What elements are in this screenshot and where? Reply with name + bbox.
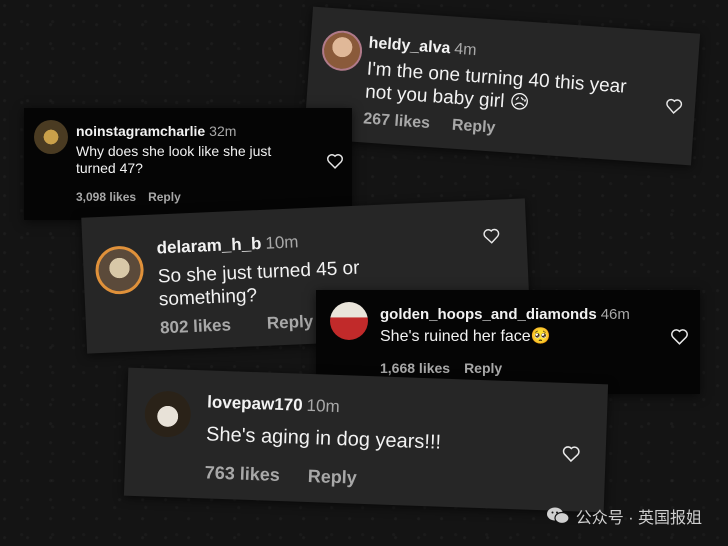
comment-text: Why does she look like she just turned 4… [76,143,272,176]
comment-username[interactable]: golden_hoops_and_diamonds 46m [380,306,630,323]
avatar[interactable] [320,29,364,73]
heart-icon[interactable] [326,153,344,169]
comment-time: 46m [600,306,630,323]
watermark-text: 公众号 · 英国报姐 [575,510,702,527]
heart-icon[interactable] [664,97,683,114]
comment-meta: 267 likes Reply [363,110,496,137]
reply-button[interactable]: Reply [451,117,496,137]
comment-username[interactable]: heldy_alva 4m [368,35,477,60]
comment-time: 32m [209,123,237,139]
likes-count[interactable]: 1,668 likes [380,360,450,376]
reply-button[interactable]: Reply [148,190,181,204]
comment-meta: 763 likes Reply [204,462,357,488]
likes-count[interactable]: 3,098 likes [76,190,136,204]
reply-button[interactable]: Reply [464,360,502,376]
likes-count[interactable]: 802 likes [160,315,232,337]
heart-icon[interactable] [482,227,501,244]
comment-meta: 3,098 likes Reply [76,190,181,204]
avatar[interactable] [330,302,368,340]
comment-text: She's aging in dog years!!! [205,423,442,454]
comment-card-noinstagramcharlie: noinstagramcharlie 32m Why does she look … [24,108,352,220]
likes-count[interactable]: 763 likes [204,462,280,485]
reply-button[interactable]: Reply [307,466,357,488]
likes-count[interactable]: 267 likes [363,110,431,132]
comment-username[interactable]: lovepaw170 10m [207,392,340,417]
heart-icon[interactable] [561,445,581,463]
comment-time: 4m [453,40,478,60]
comment-username[interactable]: delaram_h_b 10m [156,232,299,258]
heart-icon[interactable] [670,328,689,345]
watermark: 公众号 · 英国报姐 [546,504,702,528]
comment-text: She's ruined her face🥺 [380,328,551,345]
avatar[interactable] [143,390,192,438]
avatar[interactable] [94,245,145,296]
reply-button[interactable]: Reply [267,312,314,333]
comment-time: 10m [306,395,341,417]
comment-username[interactable]: noinstagramcharlie 32m [76,123,236,139]
avatar[interactable] [34,120,68,154]
comment-card-heldy-alva: heldy_alva 4m I'm the one turning 40 this… [303,6,701,166]
comment-card-lovepaw170: lovepaw170 10m She's aging in dog years!!… [123,367,609,513]
comment-meta: 1,668 likes Reply [380,360,502,376]
wechat-icon [546,507,570,525]
comment-time: 10m [265,232,299,253]
comment-meta: 802 likes Reply [160,312,314,339]
